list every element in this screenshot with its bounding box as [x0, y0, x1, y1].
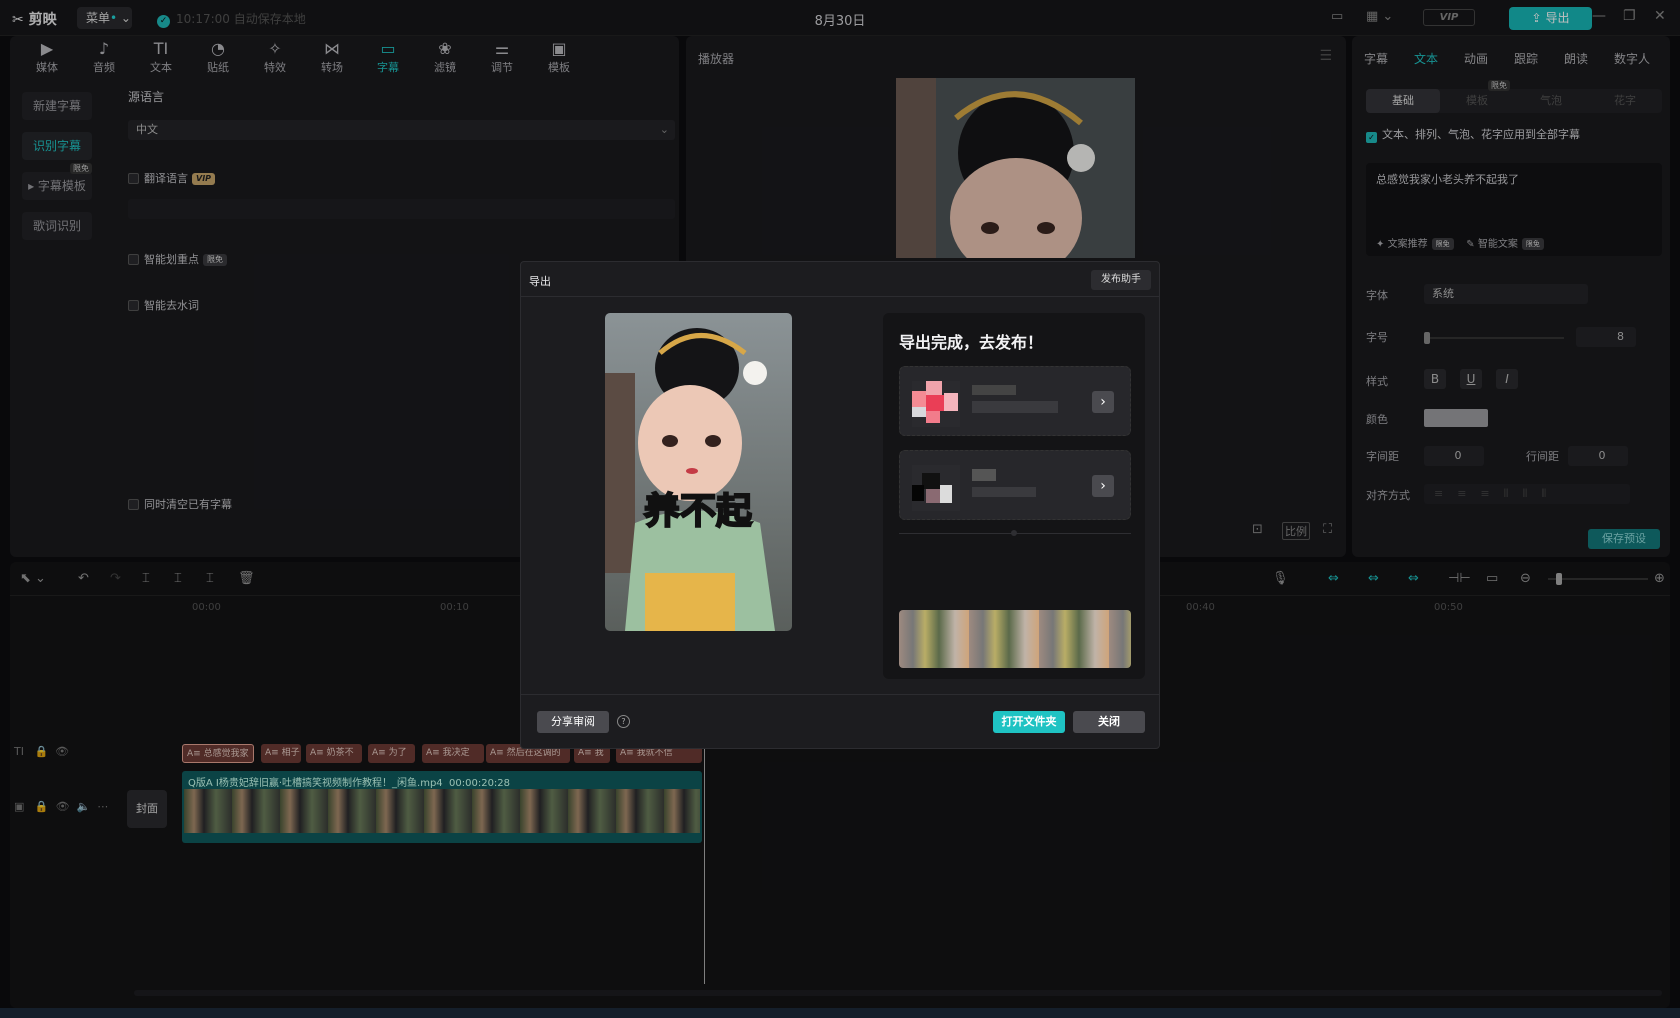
divider [899, 530, 1131, 536]
open-folder-button[interactable]: 打开文件夹 [993, 711, 1065, 733]
share-review-button[interactable]: 分享审阅 [537, 711, 609, 733]
help-icon[interactable]: ? [617, 715, 630, 728]
promo-banner[interactable] [899, 610, 1131, 668]
thumbnail-caption: 养不起 [644, 490, 753, 532]
export-thumbnail: 养不起 [605, 313, 792, 631]
chevron-right-icon[interactable]: › [1092, 391, 1114, 413]
export-thumbnail-image: 养不起 [605, 313, 792, 631]
dialog-footer-divider [521, 694, 1159, 695]
publish-card-douyin[interactable]: › [899, 366, 1131, 436]
account-info-mosaic [972, 469, 1036, 497]
publish-helper-button[interactable]: 发布助手 [1091, 270, 1151, 290]
dialog-title: 导出 [529, 275, 551, 288]
app-window: ✂ 剪映 菜单• ⌄ ✓ 10:17:00 自动保存本地 8月30日 ▭ ▦ ⌄ … [0, 0, 1680, 1018]
platform-logo-mosaic [912, 381, 960, 427]
divider-dot [1011, 530, 1017, 536]
dialog-header: 导出 发布助手 [521, 262, 1159, 297]
export-done-title: 导出完成，去发布！ [899, 333, 1044, 352]
publish-card-xigua[interactable]: › [899, 450, 1131, 520]
publish-panel: 导出完成，去发布！ › › [883, 313, 1145, 679]
close-dialog-button[interactable]: 关闭 [1073, 711, 1145, 733]
chevron-right-icon[interactable]: › [1092, 475, 1114, 497]
account-info-mosaic [972, 385, 1058, 413]
export-dialog: 导出 发布助手 养不起 导出完成，去发布！ › › 分享审阅 ? 打开文件夹 关… [520, 261, 1160, 749]
platform-logo-mosaic [912, 465, 960, 511]
